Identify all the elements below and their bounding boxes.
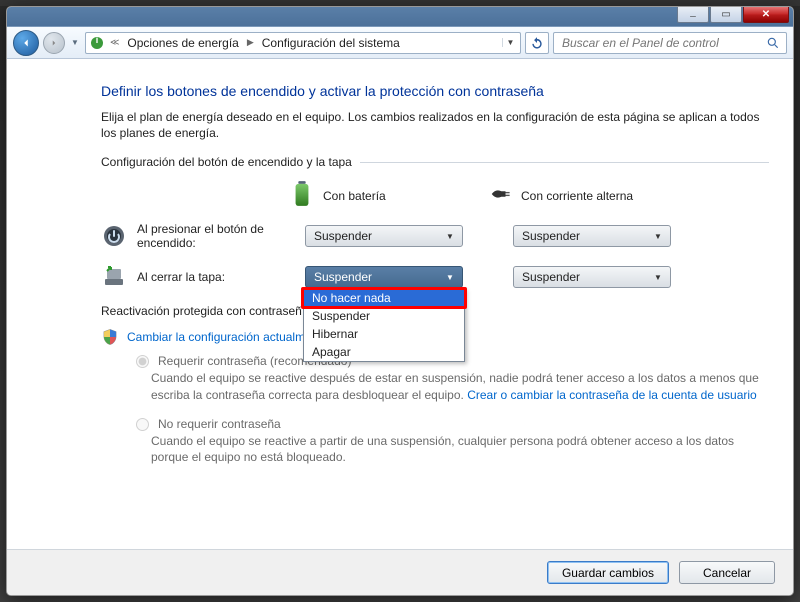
breadcrumb-chevron[interactable]: ≪ xyxy=(108,37,121,48)
chevron-down-icon: ▼ xyxy=(650,273,666,282)
no-password-label: No requerir contraseña xyxy=(158,417,281,431)
arrow-left-icon xyxy=(19,36,33,50)
control-panel-window: ▼ ≪ Opciones de energía ▶ Configuración … xyxy=(6,6,794,596)
refresh-button[interactable] xyxy=(525,32,549,54)
save-button[interactable]: Guardar cambios xyxy=(547,561,669,584)
forward-button[interactable] xyxy=(43,32,65,54)
section-header-label: Configuración del botón de encendido y l… xyxy=(101,155,352,169)
require-password-description: Cuando el equipo se reactive después de … xyxy=(151,370,769,402)
search-icon xyxy=(766,36,780,50)
breadcrumb-segment[interactable]: Configuración del sistema xyxy=(258,36,404,50)
back-button[interactable] xyxy=(13,30,39,56)
power-button-row: Al presionar el botón de encendido: Susp… xyxy=(101,222,769,250)
combo-value: Suspender xyxy=(314,229,372,243)
lid-close-battery-combo[interactable]: Suspender ▼ No hacer nada Suspender Hibe… xyxy=(305,266,463,288)
power-button-battery-combo[interactable]: Suspender ▼ xyxy=(305,225,463,247)
shield-icon xyxy=(101,328,119,346)
close-button[interactable] xyxy=(743,7,789,23)
dropdown-option-hibernate[interactable]: Hibernar xyxy=(304,325,464,343)
search-input[interactable] xyxy=(560,35,780,51)
lid-close-ac-combo[interactable]: Suspender ▼ xyxy=(513,266,671,288)
lid-close-label: Al cerrar la tapa: xyxy=(137,270,295,284)
battery-icon xyxy=(291,179,313,212)
battery-column-label: Con batería xyxy=(323,189,386,203)
arrow-right-icon xyxy=(49,38,59,48)
power-options-icon xyxy=(88,35,106,51)
power-button-ac-combo[interactable]: Suspender ▼ xyxy=(513,225,671,247)
refresh-icon xyxy=(530,36,544,50)
ac-column-header: Con corriente alterna xyxy=(489,179,647,212)
no-password-block: No requerir contraseña Cuando el equipo … xyxy=(131,417,769,465)
dropdown-option-do-nothing[interactable]: No hacer nada xyxy=(304,289,464,307)
no-password-description: Cuando el equipo se reactive a partir de… xyxy=(151,433,769,465)
power-button-label: Al presionar el botón de encendido: xyxy=(137,222,295,250)
dropdown-option-shutdown[interactable]: Apagar xyxy=(304,343,464,361)
cancel-button[interactable]: Cancelar xyxy=(679,561,775,584)
plug-icon xyxy=(489,179,511,212)
chevron-down-icon: ▼ xyxy=(442,232,458,241)
lid-close-icon xyxy=(101,264,127,290)
breadcrumb-segment[interactable]: Opciones de energía xyxy=(123,36,242,50)
minimize-button[interactable] xyxy=(677,7,709,23)
ac-column-label: Con corriente alterna xyxy=(521,189,633,203)
battery-column-header: Con batería xyxy=(291,179,449,212)
section-divider xyxy=(360,162,769,163)
footer: Guardar cambios Cancelar xyxy=(7,549,793,595)
search-box[interactable] xyxy=(553,32,787,54)
breadcrumb-chevron[interactable]: ▶ xyxy=(245,37,256,48)
section-header-label: Reactivación protegida con contraseñ xyxy=(101,304,302,318)
no-password-radio-row: No requerir contraseña xyxy=(131,417,769,431)
titlebar xyxy=(7,7,793,27)
chevron-down-icon: ▼ xyxy=(442,273,458,282)
combo-value: Suspender xyxy=(314,270,372,284)
breadcrumb[interactable]: ≪ Opciones de energía ▶ Configuración de… xyxy=(85,32,521,54)
page-title: Definir los botones de encendido y activ… xyxy=(101,83,769,99)
no-password-radio[interactable] xyxy=(136,418,149,431)
lid-close-row: Al cerrar la tapa: Suspender ▼ No hacer … xyxy=(101,264,769,290)
change-unavailable-settings-link[interactable]: Cambiar la configuración actualm xyxy=(127,330,305,344)
breadcrumb-history-dropdown[interactable]: ▼ xyxy=(502,38,518,47)
page-intro: Elija el plan de energía deseado en el e… xyxy=(101,109,769,141)
require-password-radio[interactable] xyxy=(136,355,149,368)
navbar: ▼ ≪ Opciones de energía ▶ Configuración … xyxy=(7,27,793,59)
combo-value: Suspender xyxy=(522,270,580,284)
power-source-columns: Con batería Con corriente alterna xyxy=(291,179,769,212)
content-area: Definir los botones de encendido y activ… xyxy=(7,59,793,549)
maximize-button[interactable] xyxy=(710,7,742,23)
power-button-icon xyxy=(101,223,127,249)
chevron-down-icon: ▼ xyxy=(650,232,666,241)
section-header-buttons-lid: Configuración del botón de encendido y l… xyxy=(101,155,769,169)
dropdown-option-suspend[interactable]: Suspender xyxy=(304,307,464,325)
lid-close-battery-dropdown: No hacer nada Suspender Hibernar Apagar xyxy=(303,288,465,362)
create-change-password-link[interactable]: Crear o cambiar la contraseña de la cuen… xyxy=(467,388,757,402)
recent-pages-dropdown[interactable]: ▼ xyxy=(69,33,81,53)
combo-value: Suspender xyxy=(522,229,580,243)
